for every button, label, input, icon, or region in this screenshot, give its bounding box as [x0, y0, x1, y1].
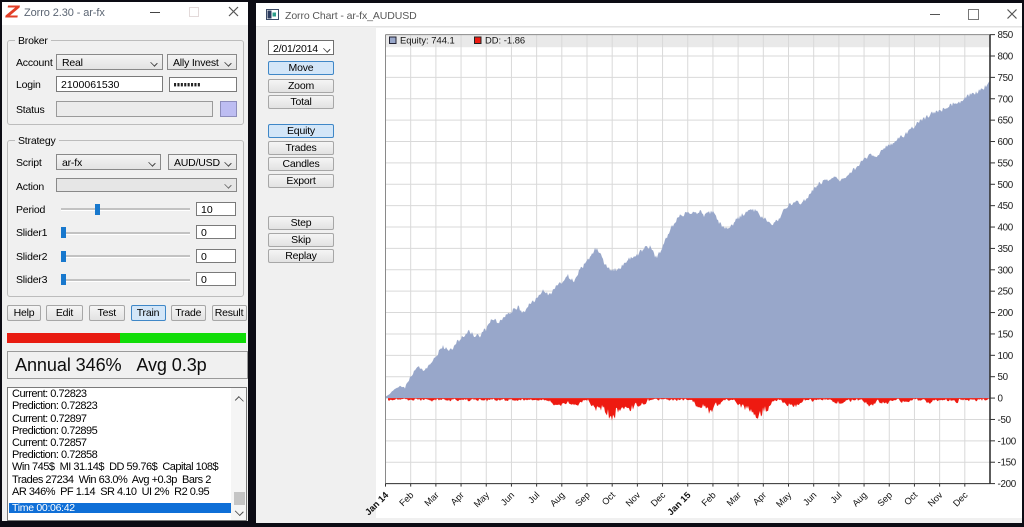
svg-text:-150: -150 [998, 458, 1017, 469]
svg-text:50: 50 [998, 372, 1009, 383]
svg-text:650: 650 [998, 116, 1014, 127]
svg-text:-200: -200 [998, 479, 1017, 490]
svg-text:700: 700 [998, 94, 1014, 105]
svg-text:400: 400 [998, 223, 1014, 234]
svg-text:-50: -50 [998, 415, 1012, 426]
svg-text:250: 250 [998, 287, 1014, 298]
svg-text:100: 100 [998, 351, 1014, 362]
svg-text:500: 500 [998, 180, 1014, 191]
svg-text:DD: -1.86: DD: -1.86 [485, 35, 525, 46]
svg-text:450: 450 [998, 201, 1014, 212]
svg-text:150: 150 [998, 329, 1014, 340]
svg-text:550: 550 [998, 158, 1014, 169]
svg-text:300: 300 [998, 265, 1014, 276]
svg-text:0: 0 [998, 394, 1004, 405]
svg-text:850: 850 [998, 30, 1014, 41]
svg-text:350: 350 [998, 244, 1014, 255]
svg-text:200: 200 [998, 308, 1014, 319]
svg-text:750: 750 [998, 73, 1014, 84]
svg-text:600: 600 [998, 137, 1014, 148]
svg-text:800: 800 [998, 52, 1014, 63]
svg-text:-100: -100 [998, 436, 1017, 447]
svg-text:Equity: 744.1: Equity: 744.1 [400, 35, 455, 46]
